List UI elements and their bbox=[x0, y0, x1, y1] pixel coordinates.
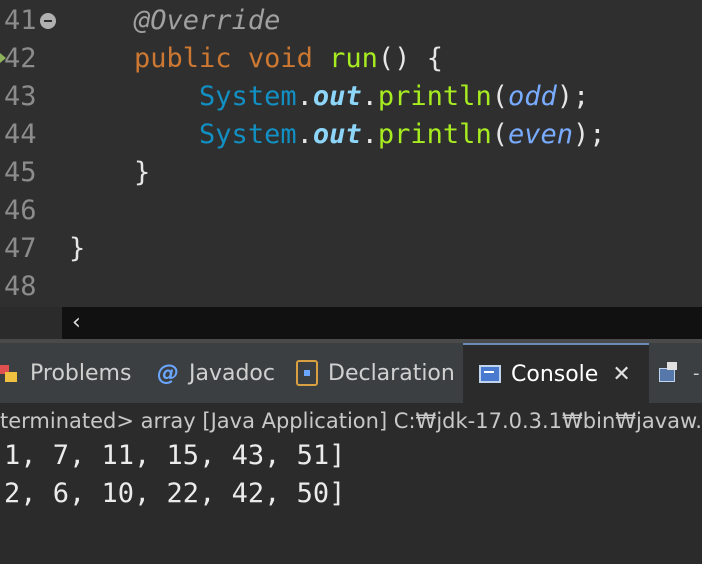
console-icon bbox=[479, 365, 501, 383]
tab-problems-label: Problems bbox=[30, 360, 132, 386]
declaration-icon bbox=[296, 360, 318, 386]
code-line[interactable]: 46 bbox=[0, 192, 702, 230]
code-token: ); bbox=[573, 119, 606, 150]
code-token: } bbox=[134, 157, 151, 188]
code-line[interactable]: 41 @Override bbox=[0, 2, 702, 40]
code-text: } bbox=[69, 154, 150, 192]
code-token: void bbox=[247, 43, 313, 74]
override-marker-icon bbox=[0, 53, 6, 63]
code-line[interactable]: 42 public void run() { bbox=[0, 40, 702, 78]
code-token: . bbox=[296, 81, 313, 112]
code-text: System.out.println(even); bbox=[69, 116, 606, 154]
code-editor[interactable]: 41 @Override 42 public void run() {43 Sys… bbox=[0, 0, 702, 307]
code-line[interactable]: 45 } bbox=[0, 154, 702, 192]
line-number: 45 bbox=[4, 157, 37, 188]
code-token: out bbox=[312, 119, 362, 150]
line-number: 43 bbox=[4, 81, 37, 112]
code-token: println bbox=[377, 119, 492, 150]
code-line[interactable]: 44 System.out.println(even); bbox=[0, 116, 702, 154]
code-text: } bbox=[69, 230, 85, 268]
code-token: } bbox=[69, 233, 86, 264]
code-token: ); bbox=[556, 81, 590, 112]
code-text: @Override bbox=[69, 2, 280, 40]
tab-javadoc-label: Javadoc bbox=[189, 360, 275, 386]
console-output-line: 1, 7, 11, 15, 43, 51] bbox=[4, 440, 346, 471]
line-number: 42 bbox=[4, 43, 37, 74]
console-output-line: 2, 6, 10, 22, 42, 50] bbox=[4, 478, 346, 509]
code-token: run bbox=[329, 43, 378, 74]
view-tab-bar: Problems @ Javadoc Declaration Console ✕… bbox=[0, 343, 702, 403]
tab-declaration-label: Declaration bbox=[328, 360, 455, 386]
collapse-icon[interactable] bbox=[40, 13, 56, 29]
code-token: println bbox=[377, 81, 492, 112]
at-sign-icon: @ bbox=[157, 360, 179, 386]
tab-console-label: Console bbox=[511, 361, 599, 387]
code-token: . bbox=[361, 81, 378, 112]
code-token: out bbox=[312, 81, 362, 112]
tab-console[interactable]: Console ✕ bbox=[463, 343, 649, 403]
console-process-title: terminated> array [Java Application] C:₩… bbox=[0, 409, 702, 433]
line-number: 41 bbox=[4, 5, 37, 36]
problems-icon bbox=[0, 363, 20, 383]
code-line[interactable]: 43 System.out.println(odd); bbox=[0, 78, 702, 116]
code-text: public void run() { bbox=[69, 40, 443, 78]
line-number: 47 bbox=[4, 233, 37, 264]
code-token: () { bbox=[377, 43, 443, 74]
code-token: odd bbox=[507, 81, 557, 112]
code-token: @Override bbox=[134, 5, 281, 36]
horizontal-scrollbar[interactable]: ‹ bbox=[62, 307, 702, 339]
tab-problems[interactable]: Problems bbox=[0, 343, 131, 403]
tab-declaration[interactable]: Declaration bbox=[296, 343, 455, 403]
display-icon bbox=[657, 362, 679, 384]
code-token: System bbox=[199, 119, 297, 150]
code-token: ( bbox=[491, 81, 508, 112]
code-line[interactable]: 48 bbox=[0, 268, 702, 306]
line-number: 48 bbox=[4, 271, 37, 302]
line-number: 44 bbox=[4, 119, 37, 150]
tab-overflow[interactable]: - bbox=[657, 343, 700, 403]
close-icon[interactable]: ✕ bbox=[612, 362, 630, 387]
code-token: . bbox=[361, 119, 378, 150]
tab-javadoc[interactable]: @ Javadoc bbox=[157, 343, 275, 403]
code-token: even bbox=[507, 119, 573, 150]
code-token: public bbox=[134, 43, 232, 74]
line-number: 46 bbox=[4, 195, 37, 226]
code-text: System.out.println(odd); bbox=[69, 78, 589, 116]
more-icon: - bbox=[693, 362, 700, 384]
scroll-left-icon[interactable]: ‹ bbox=[72, 307, 81, 339]
code-token: System bbox=[199, 81, 297, 112]
code-token: . bbox=[296, 119, 313, 150]
code-token: ( bbox=[491, 119, 508, 150]
code-line[interactable]: 47} bbox=[0, 230, 702, 268]
